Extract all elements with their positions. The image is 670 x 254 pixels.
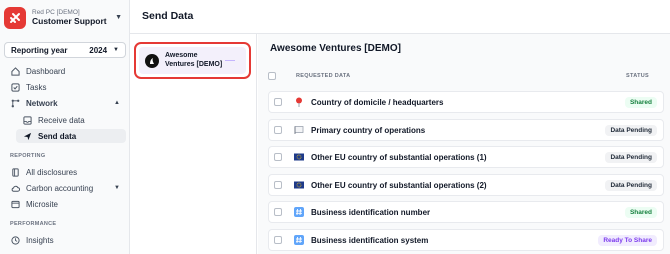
inbox-icon [22, 115, 32, 125]
status-badge: Data Pending [605, 179, 657, 191]
sidebar-item-carbon-accounting[interactable]: Carbon accounting ▼ [4, 181, 126, 195]
pin-icon [294, 97, 304, 107]
table-row[interactable]: Other EU country of substantial operatio… [268, 174, 664, 196]
org-workspace-name: Customer Support [32, 15, 107, 26]
sidebar-item-label: Insights [26, 235, 54, 245]
eu-flag-icon [294, 152, 304, 162]
row-label: Other EU country of substantial operatio… [311, 180, 487, 190]
hash-icon [294, 207, 304, 217]
clock-icon [10, 235, 20, 245]
chevron-down-icon: ▼ [115, 14, 122, 21]
section-label-performance: PERFORMANCE [10, 221, 57, 227]
network-icon [10, 98, 20, 108]
sidebar-item-label: Send data [38, 131, 77, 141]
chevron-down-icon: ▼ [114, 185, 120, 191]
page-title: Send Data [142, 10, 194, 22]
sidebar-item-dashboard[interactable]: Dashboard [4, 64, 126, 78]
sidebar-item-label: Tasks [26, 82, 47, 92]
sidebar-item-label: Dashboard [26, 66, 66, 76]
row-label: Primary country of operations [311, 125, 426, 135]
sidebar-item-receive-data[interactable]: Receive data [4, 113, 126, 127]
table-row[interactable]: Primary country of operations Data Pendi… [268, 119, 664, 141]
cloud-icon [10, 183, 20, 193]
send-icon [22, 131, 32, 141]
sidebar-item-insights[interactable]: Insights [4, 233, 126, 247]
sidebar-item-all-disclosures[interactable]: All disclosures [4, 165, 126, 179]
table-row[interactable]: Business identification number Shared [268, 201, 664, 223]
book-icon [10, 167, 20, 177]
eu-flag-icon [294, 180, 304, 190]
flag-icon [294, 125, 304, 135]
main-title: Awesome Ventures [DEMO] [270, 43, 401, 54]
company-logo-icon [145, 53, 159, 68]
sidebar-item-label: Receive data [38, 115, 85, 125]
company-card-indicator [225, 60, 235, 61]
chevron-up-icon: ▲ [114, 100, 120, 106]
reporting-year-label: Reporting year [11, 45, 68, 55]
status-badge: Data Pending [605, 124, 657, 136]
row-checkbox[interactable] [274, 98, 282, 106]
home-icon [10, 66, 20, 76]
sidebar-item-label: Carbon accounting [26, 183, 94, 193]
row-checkbox[interactable] [274, 236, 282, 244]
org-switcher[interactable]: Red PC [DEMO] Customer Support ▼ [4, 4, 126, 32]
company-list: Awesome Ventures [DEMO] [130, 34, 257, 254]
chevron-down-icon: ▼ [113, 47, 119, 53]
column-header-status: STATUS [626, 73, 649, 79]
row-label: Business identification number [311, 207, 431, 217]
status-badge: Shared [624, 96, 657, 108]
row-checkbox[interactable] [274, 153, 282, 161]
sidebar-item-send-data[interactable]: Send data [16, 129, 126, 143]
row-checkbox[interactable] [274, 126, 282, 134]
row-label: Country of domicile / headquarters [311, 97, 444, 107]
hash-icon [294, 235, 304, 245]
sidebar-item-label: All disclosures [26, 167, 78, 177]
table-row[interactable]: Other EU country of substantial operatio… [268, 146, 664, 168]
sidebar-item-label: Microsite [26, 199, 59, 209]
sidebar-item-label: Network [26, 98, 58, 108]
checkbox-icon [10, 82, 20, 92]
row-label: Business identification system [311, 235, 429, 245]
column-header-requested-data: REQUESTED DATA [296, 73, 351, 79]
reporting-year-value: 2024 [89, 45, 108, 55]
reporting-year-select[interactable]: Reporting year 2024 ▼ [4, 42, 126, 58]
select-all-checkbox[interactable] [268, 72, 276, 80]
company-card[interactable]: Awesome Ventures [DEMO] [134, 42, 251, 79]
table-header: REQUESTED DATA STATUS [268, 68, 664, 84]
sidebar-item-network[interactable]: Network ▲ [4, 96, 126, 110]
sidebar: Red PC [DEMO] Customer Support ▼ Reporti… [0, 0, 130, 254]
company-card-name: Awesome Ventures [DEMO] [165, 52, 223, 68]
status-badge: Data Pending [605, 151, 657, 163]
row-checkbox[interactable] [274, 181, 282, 189]
table-row[interactable]: Country of domicile / headquarters Share… [268, 91, 664, 113]
status-badge: Shared [624, 206, 657, 218]
sidebar-item-microsite[interactable]: Microsite [4, 197, 126, 211]
section-label-reporting: REPORTING [10, 153, 46, 159]
browser-icon [10, 199, 20, 209]
table-row[interactable]: Business identification system Ready To … [268, 229, 664, 251]
row-checkbox[interactable] [274, 208, 282, 216]
org-logo [4, 7, 26, 29]
main-panel: Awesome Ventures [DEMO] REQUESTED DATA S… [258, 34, 670, 254]
sidebar-item-tasks[interactable]: Tasks [4, 80, 126, 94]
row-label: Other EU country of substantial operatio… [311, 152, 487, 162]
status-badge: Ready To Share [598, 234, 657, 246]
